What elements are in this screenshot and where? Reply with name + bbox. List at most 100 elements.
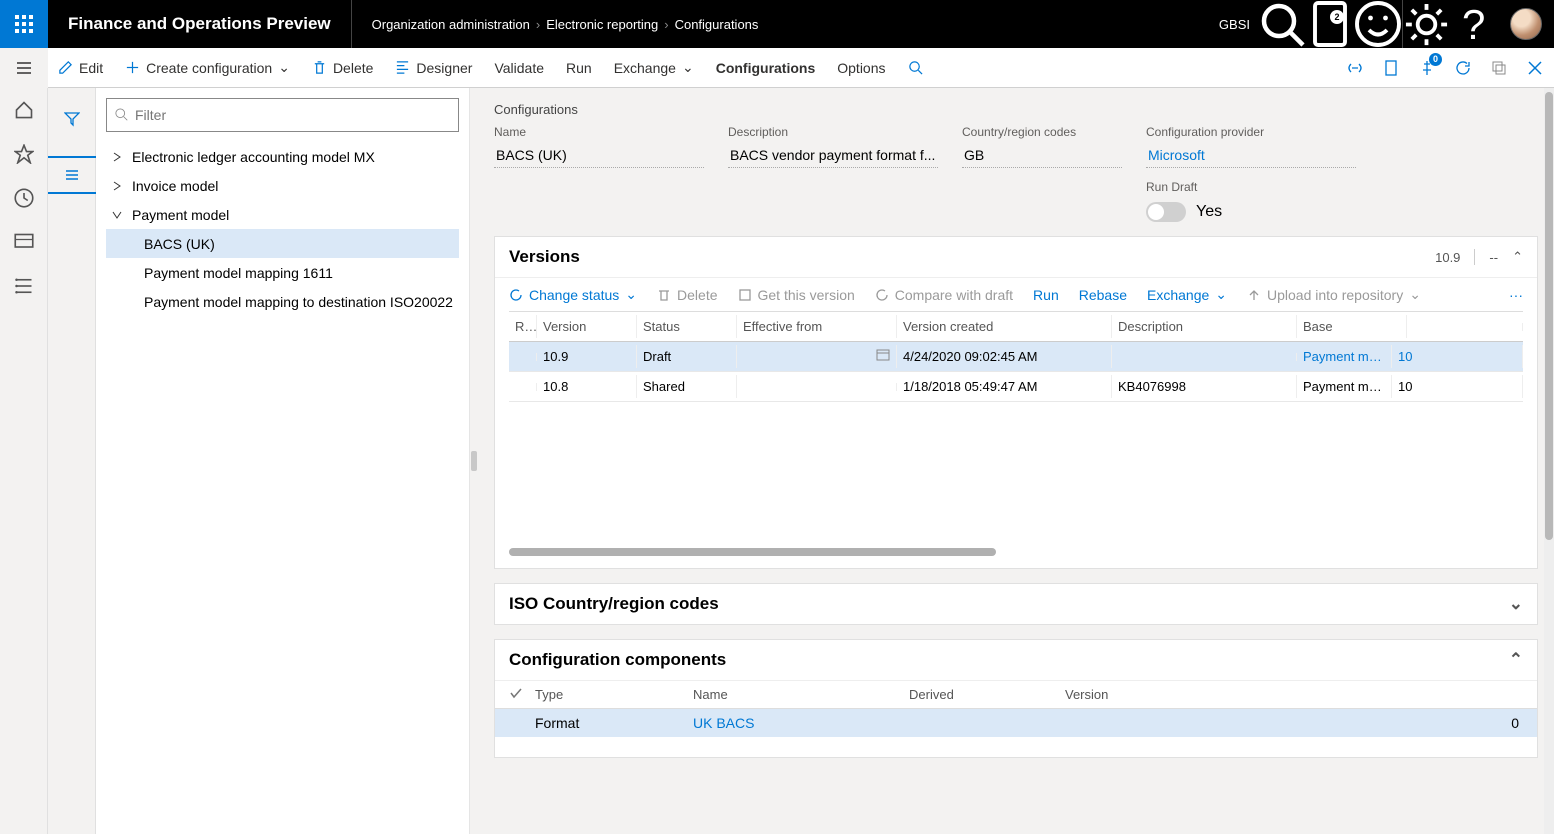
upload-button[interactable]: Upload into repository ⌄	[1247, 286, 1421, 303]
chevron-right-icon	[112, 181, 122, 191]
filter-input-wrapper[interactable]	[106, 98, 459, 132]
edit-button[interactable]: Edit	[58, 60, 103, 76]
designer-icon	[395, 60, 410, 75]
search-button[interactable]	[1258, 0, 1306, 48]
chevron-down-icon[interactable]: ⌄	[1509, 594, 1523, 614]
component-row[interactable]: Format UK BACS 0	[495, 709, 1537, 737]
help-button[interactable]: ?	[1450, 0, 1498, 48]
delete-button[interactable]: Delete	[312, 60, 373, 76]
region-field[interactable]: GB	[962, 143, 1122, 168]
checkmark-icon[interactable]	[509, 687, 523, 699]
card-title: ISO Country/region codes	[509, 594, 719, 614]
breadcrumb-item[interactable]: Electronic reporting	[546, 17, 658, 32]
modules-icon[interactable]	[14, 276, 34, 296]
popout-icon	[1491, 60, 1507, 76]
exchange-button[interactable]: Exchange ⌄	[614, 59, 694, 76]
chevron-up-icon[interactable]: ⌃	[1512, 249, 1523, 265]
attachments-button[interactable]: 0	[1418, 59, 1436, 77]
filter-funnel-button[interactable]	[48, 100, 96, 138]
version-delete-button[interactable]: Delete	[657, 287, 717, 303]
create-configuration-button[interactable]: Create configuration ⌄	[125, 59, 290, 76]
filter-input[interactable]	[135, 107, 450, 123]
vertical-scrollbar[interactable]	[1544, 88, 1554, 834]
horizontal-scrollbar[interactable]	[509, 546, 1523, 558]
notification-badge: 2	[1330, 10, 1344, 24]
designer-button[interactable]: Designer	[395, 60, 472, 76]
hamburger-icon	[16, 60, 32, 76]
emoticon-button[interactable]	[1354, 0, 1402, 48]
change-status-button[interactable]: Change status ⌄	[509, 286, 637, 303]
refresh-icon	[1455, 60, 1471, 76]
configurations-tab[interactable]: Configurations	[716, 60, 816, 76]
notifications-button[interactable]: 2	[1306, 0, 1354, 48]
star-icon[interactable]	[14, 144, 34, 164]
chevron-down-icon: ⌄	[278, 59, 290, 76]
tree-node[interactable]: Invoice model	[106, 171, 459, 200]
grid-row[interactable]: 10.9 Draft 4/24/2020 09:02:45 AM Payment…	[509, 342, 1523, 372]
breadcrumb-item[interactable]: Organization administration	[372, 17, 530, 32]
more-button[interactable]: ···	[1509, 287, 1523, 303]
breadcrumb-item[interactable]: Configurations	[675, 17, 759, 32]
tree-node[interactable]: Electronic ledger accounting model MX	[106, 142, 459, 171]
tree-node[interactable]: Payment model mapping to destination ISO…	[106, 287, 459, 316]
close-button[interactable]	[1526, 59, 1544, 77]
settings-button[interactable]	[1402, 0, 1450, 48]
list-view-button[interactable]	[48, 156, 96, 194]
list-icon	[64, 167, 80, 183]
options-button[interactable]: Options	[837, 60, 885, 76]
chevron-down-icon: ⌄	[682, 59, 694, 76]
config-tree: Electronic ledger accounting model MX In…	[106, 142, 459, 316]
name-field[interactable]: BACS (UK)	[494, 143, 704, 168]
office-button[interactable]	[1382, 59, 1400, 77]
action-bar: Edit Create configuration ⌄ Delete Desig…	[48, 48, 1554, 88]
chevron-right-icon	[112, 152, 122, 162]
clock-icon[interactable]	[14, 188, 34, 208]
description-field[interactable]: BACS vendor payment format f...	[728, 143, 938, 168]
grid-row[interactable]: 10.8 Shared 1/18/2018 05:49:47 AM KB4076…	[509, 372, 1523, 402]
current-version: 10.9	[1435, 250, 1460, 265]
filter-rail	[48, 88, 96, 834]
link-button[interactable]	[1346, 59, 1364, 77]
tree-node-selected[interactable]: BACS (UK)	[106, 229, 459, 258]
run-draft-toggle[interactable]	[1146, 202, 1186, 222]
user-avatar[interactable]	[1510, 8, 1542, 40]
divider-text: --	[1489, 250, 1498, 265]
help-icon: ?	[1450, 0, 1498, 48]
top-bar: Finance and Operations Preview Organizat…	[0, 0, 1554, 48]
plus-icon	[125, 60, 140, 75]
splitter-handle[interactable]	[470, 88, 478, 834]
field-label: Name	[494, 125, 704, 139]
validate-button[interactable]: Validate	[494, 60, 544, 76]
refresh-button[interactable]	[1454, 59, 1472, 77]
workspace-icon[interactable]	[14, 232, 34, 252]
tree-node[interactable]: Payment model	[106, 200, 459, 229]
cycle-icon	[509, 288, 523, 302]
version-exchange-button[interactable]: Exchange ⌄	[1147, 286, 1227, 303]
trash-icon	[657, 288, 671, 302]
chevron-down-icon	[112, 210, 122, 220]
search-actionbar-button[interactable]	[908, 60, 923, 75]
run-button[interactable]: Run	[566, 60, 592, 76]
components-card: Configuration components ⌃ Type Name Der…	[494, 639, 1538, 758]
get-version-button[interactable]: Get this version	[738, 287, 855, 303]
details-content: Configurations Name BACS (UK) Descriptio…	[478, 88, 1554, 834]
app-launcher-button[interactable]	[0, 0, 48, 48]
search-icon	[1258, 0, 1306, 48]
popout-button[interactable]	[1490, 59, 1508, 77]
field-label: Configuration provider	[1146, 125, 1356, 139]
version-run-button[interactable]: Run	[1033, 287, 1059, 303]
home-icon[interactable]	[14, 100, 34, 120]
card-title: Configuration components	[509, 650, 726, 670]
versions-card: Versions 10.9 -- ⌃ Change status ⌄ Dele	[494, 236, 1538, 569]
component-name-link[interactable]: UK BACS	[693, 715, 909, 731]
pencil-icon	[58, 60, 73, 75]
hamburger-button[interactable]	[0, 48, 48, 88]
chevron-up-icon[interactable]: ⌃	[1509, 650, 1523, 670]
compare-button[interactable]: Compare with draft	[875, 287, 1013, 303]
rebase-button[interactable]: Rebase	[1079, 287, 1127, 303]
company-code[interactable]: GBSI	[1219, 17, 1258, 32]
tree-panel: Electronic ledger accounting model MX In…	[96, 88, 470, 834]
provider-link[interactable]: Microsoft	[1146, 143, 1356, 168]
tree-node[interactable]: Payment model mapping 1611	[106, 258, 459, 287]
calendar-icon[interactable]	[876, 349, 890, 361]
